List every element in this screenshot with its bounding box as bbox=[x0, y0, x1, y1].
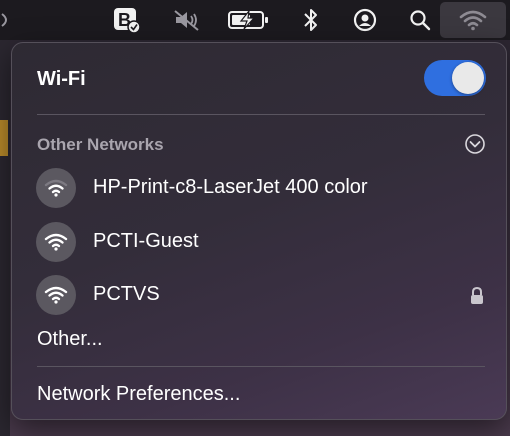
toggle-knob bbox=[452, 62, 484, 94]
wifi-toggle[interactable] bbox=[424, 60, 486, 96]
chevron-down-icon[interactable] bbox=[464, 133, 486, 160]
wifi-signal-icon bbox=[36, 275, 76, 315]
wifi-signal-icon bbox=[36, 168, 76, 208]
battery-charging-icon[interactable] bbox=[226, 0, 272, 40]
divider bbox=[37, 366, 485, 367]
background-accent bbox=[0, 120, 8, 156]
wifi-icon bbox=[440, 2, 506, 38]
network-name: PCTI-Guest bbox=[93, 230, 199, 252]
bluetooth-icon[interactable] bbox=[298, 0, 324, 40]
search-icon[interactable] bbox=[406, 0, 434, 40]
mute-icon[interactable] bbox=[170, 0, 204, 40]
network-preferences-item[interactable]: Network Preferences... bbox=[37, 383, 240, 406]
network-item[interactable]: HP-Print-c8-LaserJet 400 color bbox=[36, 168, 486, 208]
wifi-menu-button[interactable] bbox=[440, 2, 506, 38]
divider bbox=[37, 114, 485, 115]
network-item[interactable]: PCTI-Guest bbox=[36, 222, 486, 262]
network-name: HP-Print-c8-LaserJet 400 color bbox=[93, 176, 368, 198]
network-item[interactable]: PCTVS bbox=[36, 275, 486, 315]
menu-bar: B bbox=[0, 0, 510, 40]
other-network-item[interactable]: Other... bbox=[37, 328, 103, 351]
network-name: PCTVS bbox=[93, 283, 160, 305]
background-window bbox=[0, 40, 10, 436]
wifi-signal-icon bbox=[36, 222, 76, 262]
partial-app-icon[interactable] bbox=[0, 0, 14, 40]
user-icon[interactable] bbox=[350, 0, 380, 40]
wifi-dropdown-panel: Wi-Fi Other Networks HP-Print-c8-LaserJe… bbox=[11, 42, 507, 420]
lock-icon bbox=[469, 286, 485, 311]
panel-title: Wi-Fi bbox=[37, 68, 86, 90]
b-app-icon[interactable]: B bbox=[110, 0, 142, 40]
other-networks-label: Other Networks bbox=[37, 135, 164, 154]
